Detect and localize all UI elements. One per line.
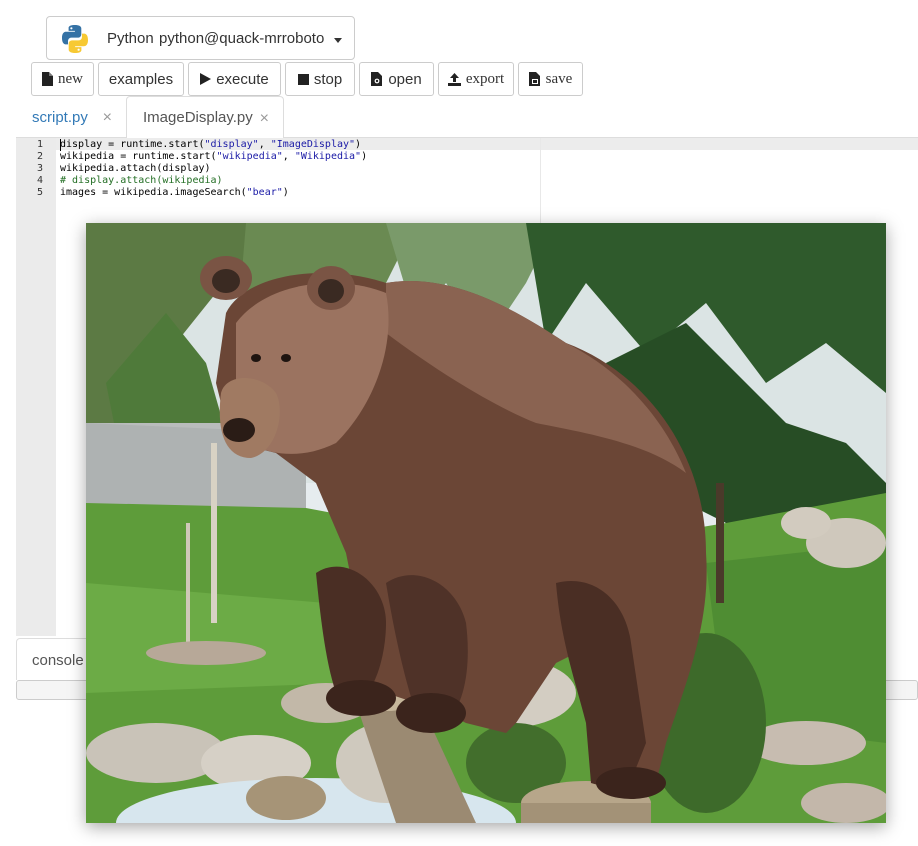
code-line: # display.attach(wikipedia) (60, 175, 223, 186)
examples-button[interactable]: examples (98, 62, 184, 96)
console-tab-label: console (32, 652, 84, 669)
line-number: 4 (36, 175, 43, 186)
save-button-label: save (545, 70, 573, 87)
text-cursor (60, 139, 61, 151)
open-file-icon (371, 72, 383, 86)
code-line: wikipedia = runtime.start("wikipedia", "… (60, 151, 368, 162)
stop-button[interactable]: stop (285, 62, 355, 96)
close-icon[interactable]: × (103, 109, 112, 127)
stop-button-label: stop (313, 70, 343, 88)
code-line: images = wikipedia.imageSearch("bear") (60, 187, 289, 198)
line-number: 1 (36, 139, 43, 150)
new-button-label: new (58, 70, 83, 87)
editor-tab-bar: script.py × ImageDisplay.py × (16, 96, 918, 139)
bear-photo (86, 223, 886, 823)
execute-button-label: execute (216, 70, 269, 88)
tab-script-py[interactable]: script.py × (16, 96, 126, 138)
tab-label: script.py (32, 108, 88, 126)
export-button[interactable]: export (438, 62, 514, 96)
open-button-label: open (388, 70, 422, 88)
open-button[interactable]: open (359, 62, 434, 96)
execute-button[interactable]: execute (188, 62, 281, 96)
line-number: 5 (36, 187, 43, 198)
examples-button-label: examples (108, 70, 174, 88)
save-button[interactable]: save (518, 62, 583, 96)
runtime-select[interactable]: Python python@quack-mrroboto (46, 16, 355, 60)
print-margin (540, 138, 541, 228)
python-logo-icon (59, 23, 91, 55)
runtime-language: Python (107, 30, 154, 47)
close-icon[interactable]: × (260, 110, 269, 128)
tab-imagedisplay-py[interactable]: ImageDisplay.py × (126, 96, 284, 139)
tab-label: ImageDisplay.py (143, 109, 253, 126)
line-number: 3 (36, 163, 43, 174)
image-display-window[interactable] (86, 223, 886, 823)
code-line: wikipedia.attach(display) (60, 163, 211, 174)
play-icon (200, 73, 212, 85)
chevron-down-icon[interactable] (334, 38, 342, 43)
file-icon (42, 72, 53, 86)
code-line: display = runtime.start("display", "Imag… (60, 139, 362, 150)
stop-icon (297, 73, 309, 85)
new-button[interactable]: new (31, 62, 94, 96)
export-icon (447, 72, 461, 86)
runtime-name: python@quack-mrroboto (159, 30, 325, 47)
line-number-gutter: 1 2 3 4 5 (16, 138, 56, 636)
line-number: 2 (36, 151, 43, 162)
export-button-label: export (465, 70, 505, 87)
save-file-icon (528, 72, 540, 86)
